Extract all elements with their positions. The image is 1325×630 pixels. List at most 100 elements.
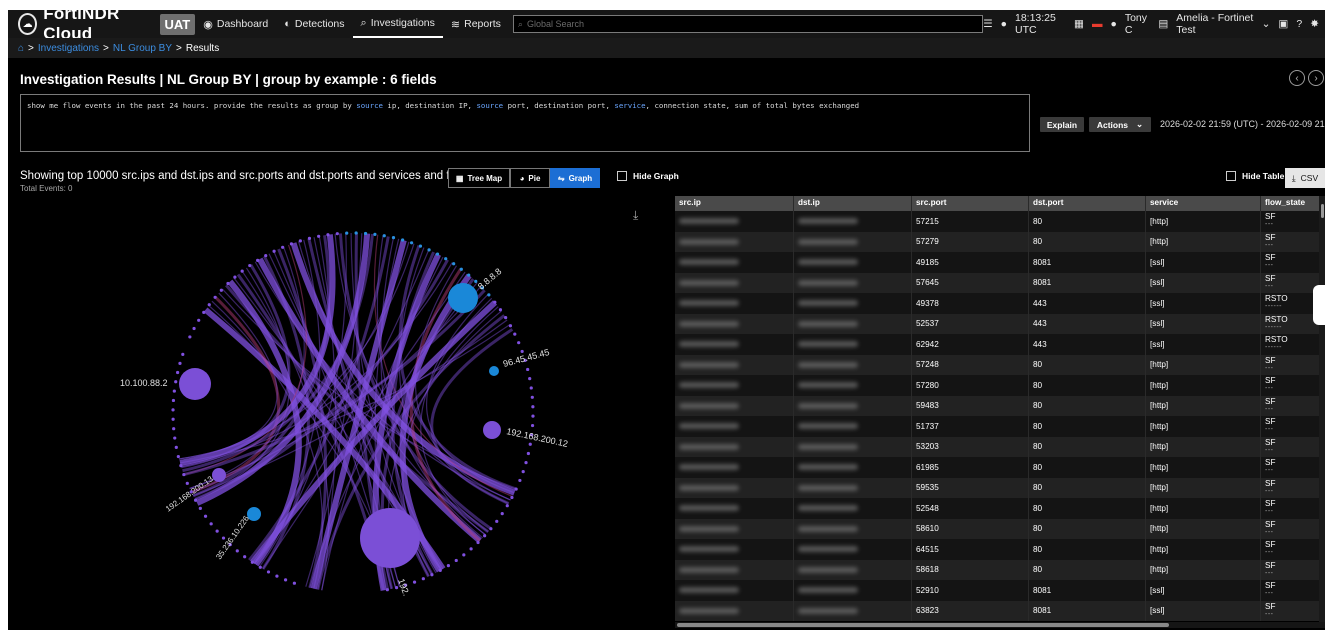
breadcrumb-nl-group-by[interactable]: NL Group BY bbox=[113, 43, 172, 54]
ring-node[interactable] bbox=[221, 536, 226, 540]
breadcrumb-investigations[interactable]: Investigations bbox=[38, 43, 99, 54]
ring-node[interactable] bbox=[174, 445, 178, 449]
actions-button[interactable]: Actions ⌄ bbox=[1089, 117, 1151, 132]
node-192-168-200-12[interactable] bbox=[483, 421, 501, 439]
node-192-168-200-13[interactable] bbox=[212, 468, 226, 482]
ring-node[interactable] bbox=[307, 236, 312, 240]
table-row[interactable]: 59535 80 [http] SF --- bbox=[675, 477, 1325, 498]
table-row[interactable]: 57279 80 [http] SF --- bbox=[675, 231, 1325, 252]
table-row[interactable]: 52537 443 [ssl] RSTO ------ bbox=[675, 313, 1325, 334]
table-row[interactable]: 62942 443 [ssl] RSTO ------ bbox=[675, 334, 1325, 355]
table-row[interactable]: 51737 80 [http] SF --- bbox=[675, 416, 1325, 437]
table-row[interactable]: 57280 80 [http] SF --- bbox=[675, 375, 1325, 396]
global-search-input[interactable]: ⌕ Global Search bbox=[512, 15, 984, 33]
ring-node[interactable] bbox=[179, 464, 183, 468]
ring-node[interactable] bbox=[192, 326, 196, 331]
query-textarea[interactable]: show me flow events in the past 24 hours… bbox=[20, 94, 1030, 152]
ring-node[interactable] bbox=[467, 273, 471, 277]
ring-node[interactable] bbox=[248, 263, 252, 268]
ring-node[interactable] bbox=[528, 442, 532, 446]
ring-node[interactable] bbox=[202, 310, 206, 314]
treemap-button[interactable]: ▦ Tree Map bbox=[448, 168, 510, 188]
scroll-thumb[interactable] bbox=[677, 623, 1169, 627]
ring-node[interactable] bbox=[185, 481, 189, 485]
ring-node[interactable] bbox=[363, 231, 368, 236]
ring-node[interactable] bbox=[250, 560, 254, 564]
next-arrow-icon[interactable]: › bbox=[1308, 70, 1324, 86]
ring-node[interactable] bbox=[530, 395, 534, 399]
ring-node[interactable] bbox=[345, 231, 349, 235]
ring-node[interactable] bbox=[235, 549, 239, 553]
ring-node[interactable] bbox=[446, 564, 450, 568]
ring-node[interactable] bbox=[430, 573, 434, 577]
ring-node[interactable] bbox=[215, 529, 219, 533]
ring-node[interactable] bbox=[233, 275, 237, 279]
col-src-port[interactable]: src.port bbox=[912, 196, 1029, 211]
ring-node[interactable] bbox=[256, 258, 260, 262]
calendar-icon[interactable]: ▦ bbox=[1074, 18, 1084, 30]
ring-node[interactable] bbox=[385, 588, 389, 592]
ring-node[interactable] bbox=[240, 269, 244, 273]
col-service[interactable]: service bbox=[1146, 196, 1261, 211]
ring-node[interactable] bbox=[193, 498, 198, 502]
nav-reports[interactable]: ≋ Reports bbox=[443, 10, 509, 38]
ring-node[interactable] bbox=[418, 244, 423, 248]
nav-detections[interactable]: ◐ Detections bbox=[276, 10, 352, 38]
table-row[interactable]: 58618 80 [http] SF --- bbox=[675, 559, 1325, 580]
side-panel-tab[interactable] bbox=[1313, 285, 1325, 325]
ring-node[interactable] bbox=[298, 239, 302, 243]
ring-node[interactable] bbox=[373, 232, 377, 236]
table-row[interactable]: 63823 8081 [ssl] SF --- bbox=[675, 600, 1325, 621]
ring-node[interactable] bbox=[264, 253, 268, 258]
ring-node[interactable] bbox=[517, 341, 521, 345]
ring-node[interactable] bbox=[219, 288, 223, 292]
ring-node[interactable] bbox=[209, 522, 213, 526]
table-row[interactable]: 57645 8081 [ssl] SF --- bbox=[675, 272, 1325, 293]
list-icon[interactable]: ☰ bbox=[983, 18, 992, 30]
ring-node[interactable] bbox=[495, 519, 499, 523]
ring-node[interactable] bbox=[524, 461, 528, 465]
ring-node[interactable] bbox=[283, 578, 288, 582]
ring-node[interactable] bbox=[171, 417, 175, 421]
ring-node[interactable] bbox=[476, 540, 480, 545]
ring-node[interactable] bbox=[514, 487, 518, 491]
ring-node[interactable] bbox=[354, 231, 358, 235]
chevron-down-icon[interactable]: ⌄ bbox=[1262, 18, 1271, 30]
col-dst-port[interactable]: dst.port bbox=[1029, 196, 1146, 211]
csv-download-button[interactable]: ⤓ CSV bbox=[1285, 168, 1325, 188]
ring-node[interactable] bbox=[181, 352, 185, 356]
node-8-8-8-8[interactable] bbox=[448, 283, 478, 313]
ring-node[interactable] bbox=[454, 558, 458, 563]
ring-node[interactable] bbox=[207, 303, 211, 307]
ring-node[interactable] bbox=[498, 308, 503, 312]
ring-node[interactable] bbox=[487, 293, 491, 297]
ring-node[interactable] bbox=[197, 318, 201, 322]
prev-arrow-icon[interactable]: ‹ bbox=[1289, 70, 1305, 86]
ring-node[interactable] bbox=[178, 361, 182, 365]
ring-node[interactable] bbox=[292, 581, 296, 585]
ring-node[interactable] bbox=[435, 252, 440, 256]
scroll-thumb[interactable] bbox=[1321, 204, 1324, 218]
ring-node[interactable] bbox=[391, 236, 396, 240]
ring-node[interactable] bbox=[173, 436, 177, 440]
table-row[interactable]: 64515 80 [http] SF --- bbox=[675, 539, 1325, 560]
ring-node[interactable] bbox=[513, 332, 517, 336]
ring-node[interactable] bbox=[281, 245, 285, 249]
help-icon[interactable]: ? bbox=[1296, 18, 1302, 30]
ring-node[interactable] bbox=[469, 547, 473, 551]
ring-node[interactable] bbox=[438, 568, 442, 573]
ring-node[interactable] bbox=[427, 248, 431, 252]
ring-node[interactable] bbox=[483, 534, 487, 538]
ring-node[interactable] bbox=[510, 495, 514, 500]
ring-node[interactable] bbox=[213, 295, 217, 299]
nav-investigations[interactable]: ⌕ Investigations bbox=[352, 10, 443, 38]
table-row[interactable]: 58610 80 [http] SF --- bbox=[675, 518, 1325, 539]
ring-node[interactable] bbox=[444, 257, 448, 261]
user-name[interactable]: Tony C bbox=[1125, 12, 1151, 36]
ring-node[interactable] bbox=[521, 470, 525, 474]
col-dst-ip[interactable]: dst.ip bbox=[794, 196, 912, 211]
ring-node[interactable] bbox=[198, 506, 202, 510]
node-10-100-88-2[interactable] bbox=[179, 368, 211, 400]
ring-node[interactable] bbox=[171, 398, 176, 403]
ring-node[interactable] bbox=[410, 241, 414, 245]
